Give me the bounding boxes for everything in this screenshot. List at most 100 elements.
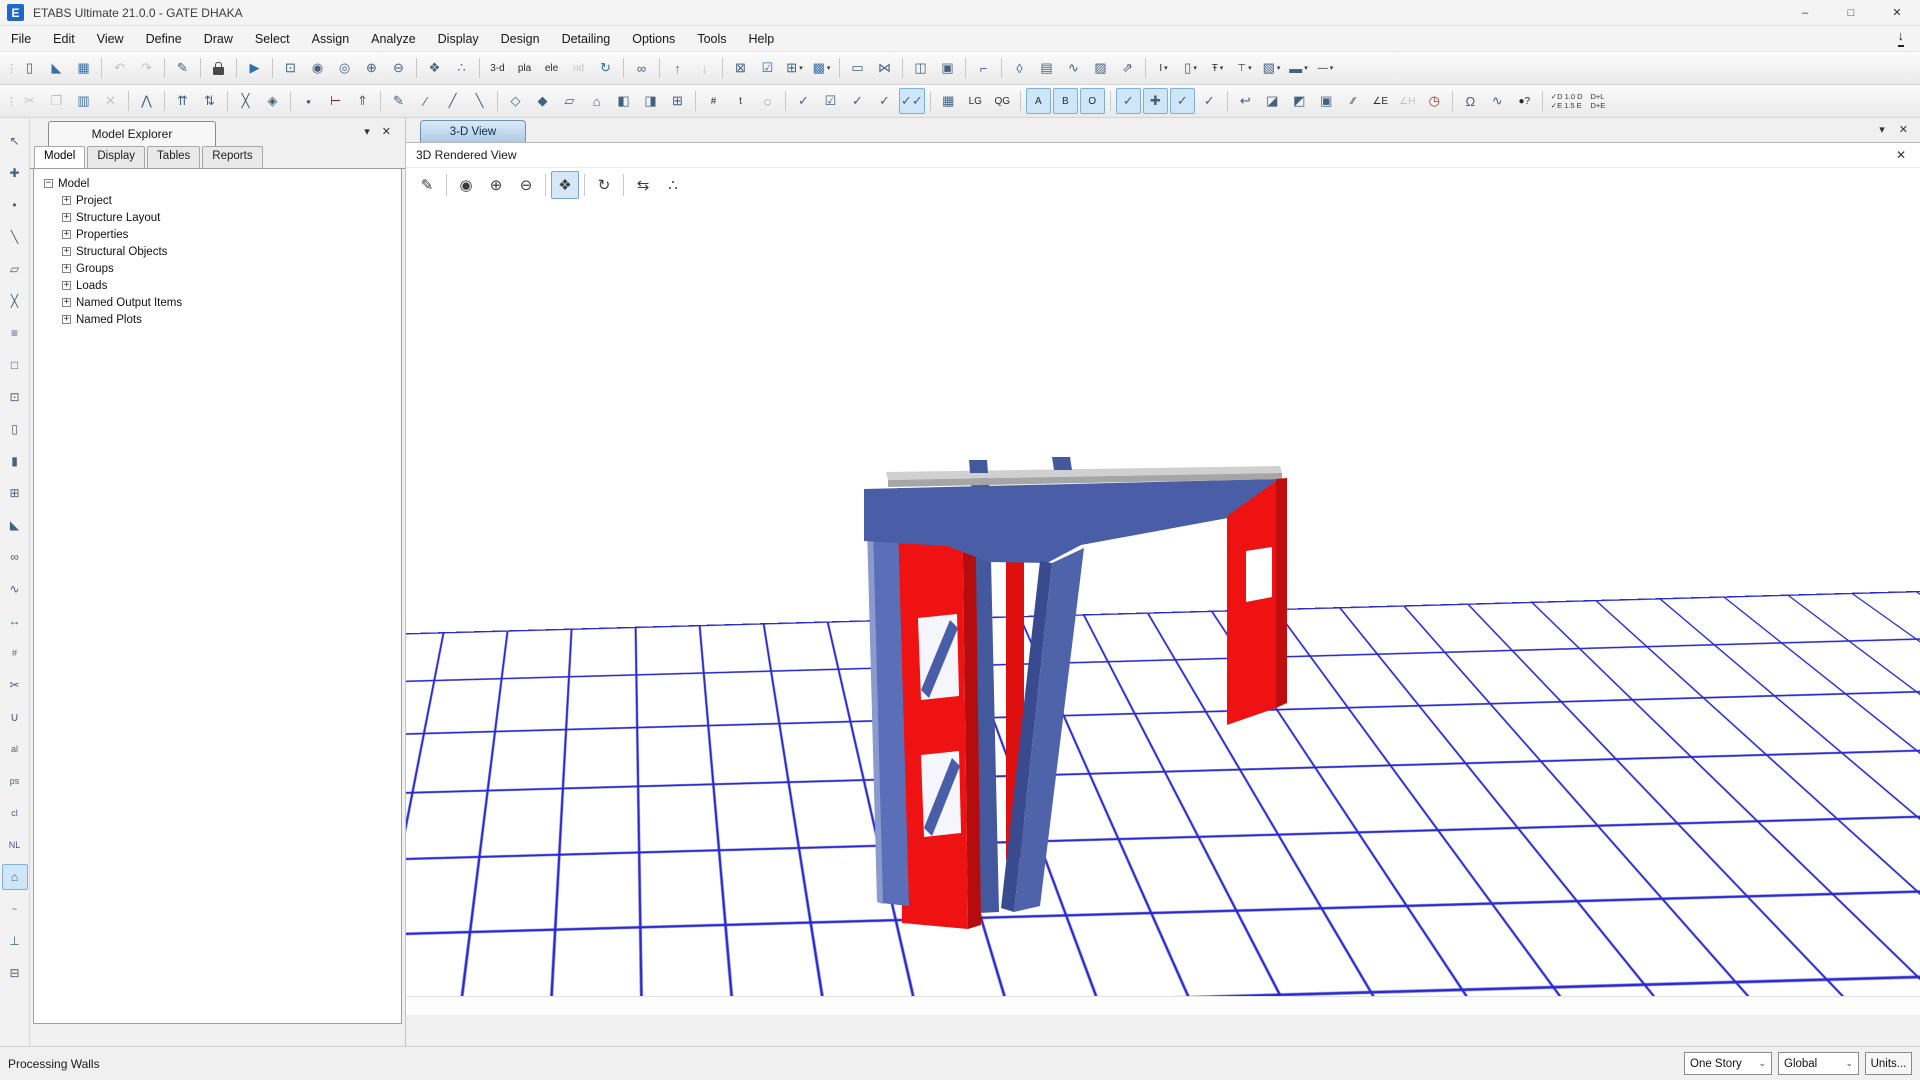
move-points-button[interactable]: ⇅ [197, 88, 222, 114]
menu-file[interactable]: File [0, 28, 42, 50]
beam-stub-left[interactable] [969, 460, 988, 473]
select-pointer-tool[interactable]: ↖ [2, 128, 28, 154]
slab-solid-button[interactable]: ▣ [1314, 88, 1339, 114]
menu-draw[interactable]: Draw [193, 28, 244, 50]
frame-section-button[interactable]: I▾ [1151, 55, 1176, 81]
undo-button[interactable]: ↶ [107, 55, 132, 81]
draw-joint-tool[interactable]: • [2, 192, 28, 218]
draw-braces-tool[interactable]: ╳ [2, 288, 28, 314]
menu-edit[interactable]: Edit [42, 28, 86, 50]
snap-edges-button[interactable]: ✓✓ [899, 88, 925, 114]
draw-frame-tool[interactable]: ╲ [2, 224, 28, 250]
tee-section-button[interactable]: Ŧ▾ [1205, 55, 1230, 81]
measure-area-button[interactable]: ◈ [260, 88, 285, 114]
wall-opening-right[interactable] [1246, 547, 1272, 602]
tree-item-named-plots[interactable]: +Named Plots [44, 311, 401, 328]
menu-help[interactable]: Help [738, 28, 786, 50]
shear-wall-left[interactable] [898, 488, 968, 929]
snap-point-button[interactable]: t [728, 88, 753, 114]
snap-midpoints-button[interactable]: ☑ [818, 88, 843, 114]
save-model-button[interactable]: ▦ [71, 55, 96, 81]
frame-hinge-button[interactable]: ⌐ [971, 55, 996, 81]
shear-wall-right[interactable] [1227, 481, 1276, 725]
run-analysis-button[interactable]: ▶ [242, 55, 267, 81]
tree-item-project[interactable]: +Project [44, 192, 401, 209]
draw-rect-button[interactable]: ▭ [845, 55, 870, 81]
draw-frame-button[interactable]: ∕ [413, 88, 438, 114]
snap-intersections-button[interactable]: ✓ [845, 88, 870, 114]
axes-tool[interactable]: ⊥ [2, 928, 28, 954]
merge-points-button[interactable]: ⋀ [134, 88, 159, 114]
hatch-button[interactable]: ∕∕ [1341, 88, 1366, 114]
draw-tendon-tool[interactable]: ∿ [2, 576, 28, 602]
new-model-button[interactable]: ▯ [17, 55, 42, 81]
quick-wall-tool[interactable]: ▮ [2, 448, 28, 474]
snap-toggle-button[interactable]: ✓ [1116, 88, 1141, 114]
secondary-beams-tool[interactable]: ≡ [2, 320, 28, 346]
menu-display[interactable]: Display [427, 28, 490, 50]
reshape-tool[interactable]: ✚ [2, 160, 28, 186]
expand-box-icon[interactable]: + [62, 247, 71, 256]
rect-floor-button[interactable]: ▱ [557, 88, 582, 114]
copy-button[interactable]: ❐ [44, 88, 69, 114]
tab-list-dropdown-icon[interactable]: ▾ [1879, 123, 1885, 136]
tree-item-properties[interactable]: +Properties [44, 226, 401, 243]
rotate-3d-view-button[interactable]: ↻ [593, 55, 618, 81]
menu-detailing[interactable]: Detailing [551, 28, 622, 50]
draw-opening-button[interactable]: ⊞ [665, 88, 690, 114]
expand-box-icon[interactable]: + [62, 196, 71, 205]
load-qg-button[interactable]: QG [990, 88, 1015, 114]
move-up-list-button[interactable]: ↑ [665, 55, 690, 81]
cut-button[interactable]: ✂ [17, 88, 42, 114]
viewport-3d[interactable] [406, 200, 1920, 996]
restore-full-view-button[interactable]: ◉ [305, 55, 330, 81]
angle-h-button[interactable]: ∠H [1395, 88, 1420, 114]
load-factors-button[interactable]: ✓D 1.0 D✓E 1.5 E [1548, 88, 1586, 114]
expand-box-icon[interactable]: + [62, 298, 71, 307]
extrude-points-button[interactable]: ◫ [908, 55, 933, 81]
minimize-button[interactable]: – [1782, 0, 1828, 25]
pen-tool-button[interactable]: ✎ [413, 171, 441, 199]
coord-system-selector[interactable]: Global ⌄ [1778, 1052, 1859, 1075]
tree-item-named-output-items[interactable]: +Named Output Items [44, 294, 401, 311]
units-button[interactable]: Units... [1865, 1052, 1912, 1075]
expand-box-icon[interactable]: + [62, 281, 71, 290]
expand-box-icon[interactable]: + [62, 213, 71, 222]
open-model-button[interactable]: ◣ [44, 55, 69, 81]
tendon-button[interactable]: ∿ [1061, 55, 1086, 81]
tree-item-structural-objects[interactable]: +Structural Objects [44, 243, 401, 260]
lock-model-button[interactable] [206, 55, 231, 81]
labels-o-button[interactable]: O [1080, 88, 1105, 114]
poly-floor-button[interactable]: ⌂ [584, 88, 609, 114]
limits-tool[interactable]: ⊟ [2, 960, 28, 986]
zoom-in-button[interactable]: ⊕ [359, 55, 384, 81]
quick-frame-button[interactable]: ╱ [440, 88, 465, 114]
snap-axes-button[interactable]: ✚ [1143, 88, 1168, 114]
redo-button[interactable]: ↷ [134, 55, 159, 81]
deck-section-button[interactable]: ▤ [1034, 55, 1059, 81]
draw-joint-button[interactable]: ✎ [386, 88, 411, 114]
expand-box-icon[interactable]: + [62, 230, 71, 239]
delete-button[interactable]: ✕ [98, 88, 123, 114]
section-cut-tool[interactable]: ✂ [2, 672, 28, 698]
wall-section-button[interactable]: ▯▾ [1178, 55, 1203, 81]
labels-b-button[interactable]: B [1053, 88, 1078, 114]
tree-item-model[interactable]: −Model [44, 175, 401, 192]
quick-floor-button[interactable]: ◆ [530, 88, 555, 114]
quick-braces-button[interactable]: ╲ [467, 88, 492, 114]
expand-box-icon[interactable]: + [62, 264, 71, 273]
auto-refresh-button[interactable]: ◷ [1422, 88, 1447, 114]
snap-grid-button[interactable]: # [701, 88, 726, 114]
maximize-button[interactable]: □ [1828, 0, 1874, 25]
undo-geometry-button[interactable]: ↩ [1233, 88, 1258, 114]
panel-close-icon[interactable]: ✕ [382, 125, 391, 138]
angle-e-button[interactable]: ∠E [1368, 88, 1393, 114]
measure-line-button[interactable]: ╳ [233, 88, 258, 114]
move-down-list-button[interactable]: ↓ [692, 55, 717, 81]
pan-button[interactable]: ❖ [422, 55, 447, 81]
ref-plane-button[interactable]: ⇑ [350, 88, 375, 114]
divide-frames-button[interactable]: ⋈ [872, 55, 897, 81]
move-joints-button[interactable]: ⇆ [629, 171, 657, 199]
panel-collapse-icon[interactable]: ▾ [364, 125, 370, 138]
text-section-button[interactable]: ⊤▾ [1232, 55, 1257, 81]
